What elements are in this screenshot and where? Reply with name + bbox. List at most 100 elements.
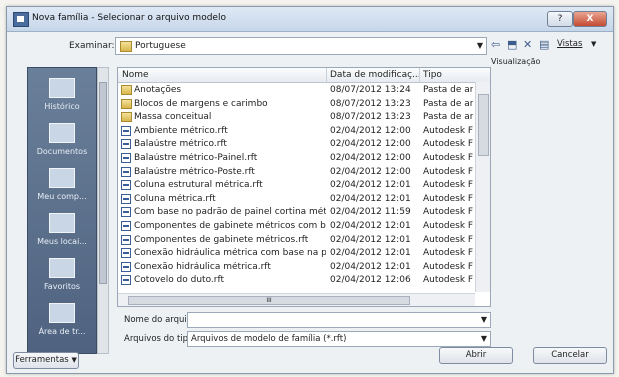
tools-button[interactable]: Ferramentas ▼: [13, 352, 79, 369]
column-type[interactable]: Tipo: [423, 70, 442, 80]
file-name: Ambiente métrico.rft: [134, 125, 228, 136]
preview-label: Visualização: [491, 57, 541, 66]
list-item[interactable]: Conexão hidráulica métrica.rft 02/04/2012…: [118, 261, 473, 273]
place-network[interactable]: Meus locai...: [28, 213, 96, 246]
computer-icon: [49, 168, 75, 188]
file-date: 08/07/2012 13:23: [330, 98, 411, 109]
family-template-icon: [121, 180, 131, 191]
family-template-icon: [121, 125, 131, 136]
file-date: 02/04/2012 12:01: [330, 234, 411, 245]
folder-icon: [121, 98, 132, 109]
list-item[interactable]: Conexão hidráulica métrica com base na p…: [118, 247, 473, 259]
file-list-hscroll[interactable]: III: [118, 293, 475, 306]
filename-field[interactable]: ▼: [187, 312, 491, 328]
file-type: Autodesk F: [423, 248, 473, 259]
lookin-label: Examinar:: [69, 41, 115, 51]
file-date: 02/04/2012 12:01: [330, 221, 411, 231]
place-desktop[interactable]: Área de tr...: [28, 303, 96, 336]
file-date: 08/07/2012 13:23: [330, 112, 411, 123]
filetype-select[interactable]: Arquivos de modelo de família (*.rft) ▼: [187, 331, 491, 347]
family-template-icon: [121, 207, 131, 218]
place-computer[interactable]: Meu comp...: [28, 168, 96, 201]
family-template-icon: [121, 261, 131, 272]
file-date: 02/04/2012 12:06: [330, 275, 411, 286]
file-name: Massa conceitual: [134, 112, 212, 123]
column-date[interactable]: Data de modificaç...: [330, 70, 421, 80]
file-type: Pasta de ar: [423, 112, 473, 123]
file-name: Com base no padrão de painel cortina mét…: [134, 207, 326, 218]
places-scrollbar[interactable]: [97, 67, 109, 354]
file-type: Autodesk F: [423, 193, 473, 204]
file-date: 08/07/2012 13:24: [330, 85, 411, 95]
scroll-thumb[interactable]: III: [128, 296, 410, 305]
preview-pane: [493, 69, 611, 305]
cancel-button[interactable]: Cancelar: [533, 347, 607, 364]
title-bar: Nova família - Selecionar o arquivo mode…: [7, 7, 613, 32]
column-divider[interactable]: [326, 68, 327, 82]
file-type: Pasta de ar: [423, 98, 473, 109]
delete-icon[interactable]: ✕: [523, 38, 532, 51]
file-list[interactable]: Nome Data de modificaç... Tipo Anotações…: [117, 67, 491, 307]
file-dialog: Nova família - Selecionar o arquivo mode…: [6, 6, 614, 374]
places-bar: Histórico Documentos Meu comp... Meus lo…: [27, 67, 97, 354]
chevron-down-icon[interactable]: ▼: [481, 315, 487, 324]
file-list-vscroll[interactable]: [475, 82, 490, 292]
list-item[interactable]: Balaústre métrico-Poste.rft 02/04/2012 12…: [118, 166, 473, 178]
family-template-icon: [121, 221, 131, 231]
folder-icon: [120, 41, 132, 52]
list-item[interactable]: Massa conceitual 08/07/2012 13:23 Pasta de…: [118, 111, 473, 123]
file-name: Balaústre métrico.rft: [134, 139, 227, 150]
family-template-icon: [121, 248, 131, 259]
place-favorites[interactable]: Favoritos: [28, 258, 96, 291]
filetype-value: Arquivos de modelo de família (*.rft): [191, 334, 347, 344]
file-date: 02/04/2012 12:01: [330, 261, 411, 272]
app-icon: [13, 12, 29, 27]
list-item[interactable]: Blocos de margens e carimbo 08/07/2012 13…: [118, 98, 473, 110]
open-button[interactable]: Abrir: [439, 347, 513, 364]
list-item[interactable]: Anotações 08/07/2012 13:24 Pasta de ar: [118, 84, 473, 96]
up-folder-icon[interactable]: ⬒: [507, 38, 517, 51]
list-item[interactable]: Coluna métrica.rft 02/04/2012 12:01 Autode…: [118, 193, 473, 205]
list-item[interactable]: Ambiente métrico.rft 02/04/2012 12:00 Auto…: [118, 125, 473, 137]
file-name: Coluna estrutural métrica.rft: [134, 180, 263, 191]
place-history[interactable]: Histórico: [28, 78, 96, 111]
file-type: Autodesk F: [423, 139, 473, 150]
filetype-label: Arquivos do tipo:: [124, 334, 197, 344]
chevron-down-icon: ▼: [476, 41, 483, 50]
scroll-thumb[interactable]: [478, 94, 489, 156]
folder-icon: [121, 112, 132, 123]
file-date: 02/04/2012 11:59: [330, 207, 411, 218]
place-label: Documentos: [36, 147, 88, 156]
list-header: Nome Data de modificaç... Tipo: [118, 68, 490, 83]
help-button[interactable]: ?: [547, 11, 573, 27]
list-item[interactable]: Balaústre métrico-Painel.rft 02/04/2012 1…: [118, 152, 473, 164]
file-type: Autodesk F: [423, 261, 473, 272]
list-item[interactable]: Com base no padrão de painel cortina mét…: [118, 206, 473, 218]
file-type: Autodesk F: [423, 221, 473, 231]
file-date: 02/04/2012 12:01: [330, 180, 411, 191]
new-folder-icon[interactable]: ▤: [539, 38, 549, 51]
network-icon: [49, 213, 75, 233]
place-label: Histórico: [44, 102, 80, 111]
column-divider[interactable]: [419, 68, 420, 82]
place-label: Meu comp...: [37, 192, 87, 201]
lookin-dropdown[interactable]: Portuguese ▼: [115, 37, 487, 55]
list-item[interactable]: Balaústre métrico.rft 02/04/2012 12:00 Aut…: [118, 138, 473, 150]
back-icon[interactable]: ⇦: [491, 38, 500, 51]
list-item[interactable]: Coluna estrutural métrica.rft 02/04/2012 …: [118, 179, 473, 191]
window-title: Nova família - Selecionar o arquivo mode…: [32, 13, 226, 23]
list-item[interactable]: Cotovelo do duto.rft 02/04/2012 12:06 Auto…: [118, 274, 473, 286]
place-documents[interactable]: Documentos: [28, 123, 96, 156]
family-template-icon: [121, 275, 131, 286]
views-chevron-icon[interactable]: ▼: [591, 40, 596, 48]
lookin-value: Portuguese: [135, 41, 186, 51]
list-item[interactable]: Componentes de gabinete métricos.rft 02/0…: [118, 234, 473, 246]
chevron-down-icon[interactable]: ▼: [481, 334, 487, 343]
column-name[interactable]: Nome: [122, 70, 149, 80]
close-button[interactable]: X: [573, 11, 607, 27]
list-item[interactable]: Componentes de gabinete métricos com ba.…: [118, 220, 473, 232]
views-menu[interactable]: Vistas: [557, 39, 582, 49]
file-date: 02/04/2012 12:00: [330, 153, 411, 163]
scroll-thumb[interactable]: [99, 82, 107, 284]
file-name: Balaústre métrico-Painel.rft: [134, 153, 258, 163]
